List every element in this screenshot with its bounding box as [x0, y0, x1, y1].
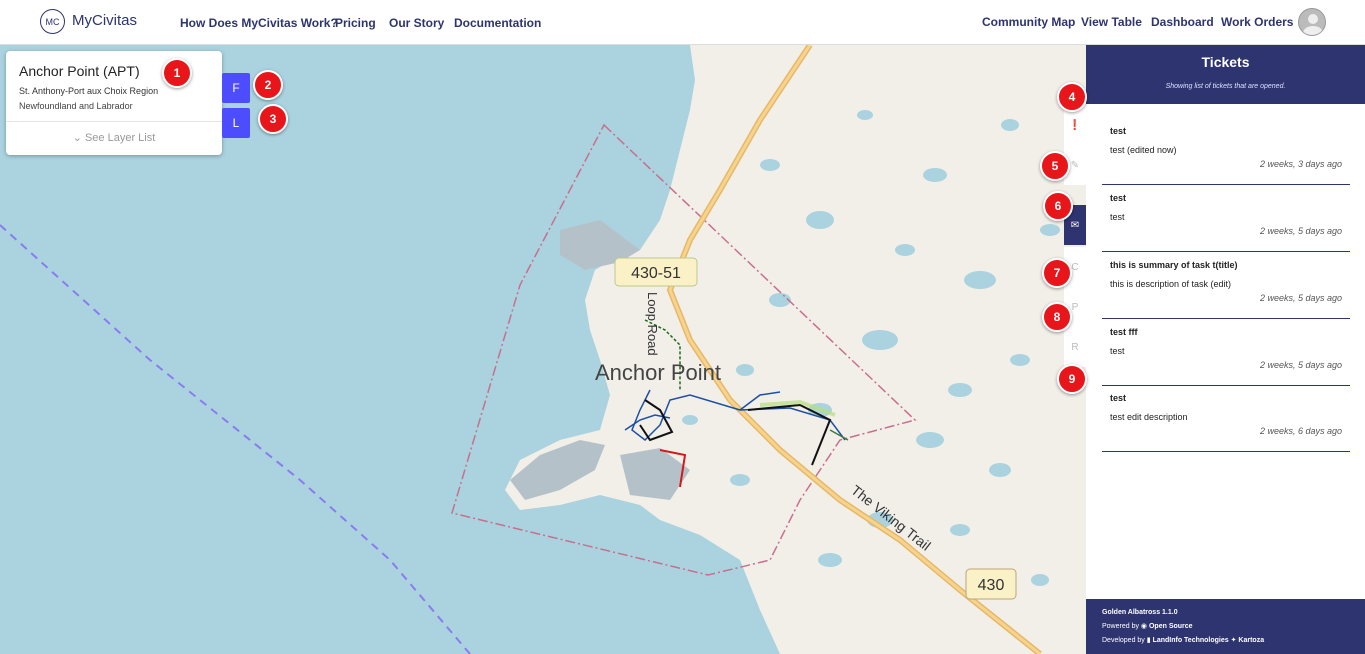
location-province: Newfoundland and Labrador — [19, 101, 133, 111]
ticket-desc: test (edited now) — [1110, 145, 1177, 155]
ticket-item[interactable]: test fff test 2 weeks, 5 days ago — [1102, 319, 1350, 386]
wrench-icon: ✎ — [1070, 159, 1080, 171]
ticket-desc: this is description of task (edit) — [1110, 279, 1232, 289]
annotation-marker-6: 6 — [1043, 191, 1073, 221]
annotation-marker-4: 4 — [1057, 82, 1087, 112]
alert-icon: ❗ — [1068, 119, 1082, 131]
nav-link-dashboard[interactable]: Dashboard — [1151, 15, 1214, 29]
ticket-title: this is summary of task t(title) — [1110, 260, 1238, 270]
label-loop-road: Loop Road — [645, 292, 660, 356]
location-region: St. Anthony-Port aux Choix Region — [19, 86, 159, 96]
ticket-time: 2 weeks, 3 days ago — [1259, 159, 1342, 169]
divider — [6, 121, 222, 122]
annotation-marker-3: 3 — [258, 104, 288, 134]
nav-link-pricing[interactable]: Pricing — [335, 16, 376, 30]
powered-by: Powered by ◉ Open Source — [1102, 622, 1193, 630]
ticket-title: test — [1110, 126, 1127, 136]
maritime-boundary — [0, 224, 471, 654]
nav-link-community-map[interactable]: Community Map — [982, 15, 1075, 29]
tickets-header: Tickets Showing list of tickets that are… — [1086, 45, 1365, 104]
annotation-marker-1: 1 — [162, 58, 192, 88]
land-area — [505, 45, 1086, 654]
annotation-marker-5: 5 — [1040, 151, 1070, 181]
ticket-time: 2 weeks, 5 days ago — [1259, 226, 1342, 236]
user-avatar[interactable] — [1298, 8, 1326, 36]
developed-by: Developed by ▮ LandInfo Technologies ✦ K… — [1102, 636, 1264, 644]
tickets-subtitle: Showing list of tickets that are opened. — [1165, 83, 1286, 90]
ticket-icon: ✉ — [1070, 219, 1080, 231]
annotation-marker-8: 8 — [1042, 302, 1072, 332]
nav-link-our-story[interactable]: Our Story — [389, 16, 444, 30]
ticket-item[interactable]: this is summary of task t(title) this is… — [1102, 252, 1350, 319]
ticket-time: 2 weeks, 6 days ago — [1259, 426, 1342, 436]
chevron-down-icon: ⌄ — [72, 132, 85, 144]
tickets-panel: Tickets Showing list of tickets that are… — [1086, 45, 1365, 654]
version-label: Golden Albatross 1.1.0 — [1102, 609, 1178, 616]
nav-link-documentation[interactable]: Documentation — [454, 16, 541, 30]
logo-icon[interactable]: MC — [40, 9, 65, 34]
nav-link-how-it-works[interactable]: How Does MyCivitas Work? — [180, 16, 338, 30]
ticket-desc: test — [1110, 346, 1125, 356]
label-430: 430 — [978, 577, 1005, 594]
powered-link[interactable]: Open Source — [1149, 623, 1193, 630]
label-town: Anchor Point — [595, 360, 721, 385]
tab-r[interactable]: R — [1064, 327, 1086, 367]
brand-name[interactable]: MyCivitas — [72, 12, 137, 29]
top-navbar: MC MyCivitas How Does MyCivitas Work? Pr… — [0, 0, 1365, 45]
nav-link-view-table[interactable]: View Table — [1081, 15, 1142, 29]
see-layer-list-toggle[interactable]: ⌄ See Layer List — [6, 131, 222, 144]
annotation-marker-2: 2 — [253, 70, 283, 100]
annotation-marker-9: 9 — [1057, 364, 1087, 394]
github-icon: ◉ — [1140, 623, 1149, 630]
see-layer-list-label: See Layer List — [84, 132, 156, 144]
ticket-desc: test — [1110, 212, 1125, 222]
ticket-item[interactable]: test test 2 weeks, 5 days ago — [1102, 185, 1350, 252]
f-button[interactable]: F — [222, 73, 250, 103]
location-title: Anchor Point (APT) — [19, 63, 140, 79]
nav-link-work-orders[interactable]: Work Orders — [1221, 15, 1293, 29]
ticket-time: 2 weeks, 5 days ago — [1259, 293, 1342, 303]
ticket-title: test — [1110, 193, 1127, 203]
powered-label: Powered by — [1102, 623, 1139, 630]
developed-label: Developed by — [1102, 637, 1145, 644]
tickets-title: Tickets — [1201, 54, 1250, 70]
ticket-item[interactable]: test test (edited now) 2 weeks, 3 days a… — [1102, 118, 1350, 185]
footer: Golden Albatross 1.1.0 Powered by ◉ Open… — [1086, 599, 1365, 654]
annotation-marker-7: 7 — [1042, 258, 1072, 288]
developer-1-link[interactable]: LandInfo Technologies — [1153, 637, 1229, 644]
ticket-time: 2 weeks, 5 days ago — [1259, 360, 1342, 370]
developer-2-link[interactable]: Kartoza — [1238, 637, 1264, 644]
ticket-title: test — [1110, 393, 1127, 403]
label-430-51: 430-51 — [631, 265, 681, 282]
l-button[interactable]: L — [222, 108, 250, 138]
ticket-desc: test edit description — [1110, 412, 1188, 422]
ticket-item[interactable]: test test edit description 2 weeks, 6 da… — [1102, 385, 1350, 452]
ticket-title: test fff — [1110, 327, 1138, 337]
